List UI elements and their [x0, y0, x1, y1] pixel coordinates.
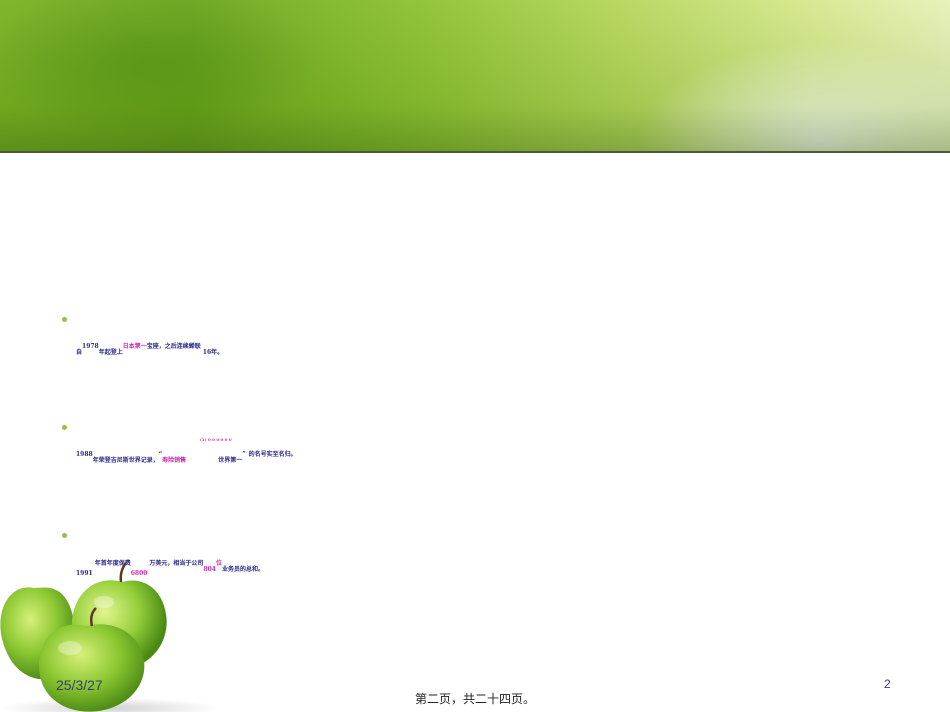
number-fragment: 16 — [202, 349, 212, 356]
bullet-tiny-note: (1) 0 0 0 0 0 0 — [200, 437, 232, 442]
text-fragment: 世界第一 — [218, 457, 243, 464]
bullet-text-1: 自1978年起登上日本第一宝座，之后连续蝉联16年。 — [76, 343, 224, 356]
text-fragment: 的名号实至名归。 — [248, 451, 297, 458]
text-fragment: 年。 — [211, 349, 224, 356]
tiny-note-text: (1) 0 0 0 0 0 0 — [200, 437, 232, 442]
year-fragment: 1988 — [76, 451, 93, 458]
header-divider — [0, 151, 950, 153]
page-number: 2 — [884, 677, 891, 691]
quote-close: ” — [242, 451, 246, 458]
text-fragment: 宝座，之后连续蝉联 — [146, 343, 201, 350]
highlight-fragment: 日本第一 — [122, 343, 147, 350]
text-fragment: 年荣登吉尼斯世界记录， — [92, 457, 159, 464]
bullet-dot-1 — [62, 317, 67, 322]
year-fragment: 1978 — [82, 343, 99, 350]
footer-page-caption: 第二页，共二十四页。 — [414, 692, 535, 706]
text-fragment: 自 — [76, 349, 83, 356]
quote-open: “ — [158, 451, 163, 458]
bullet-dot-2 — [62, 425, 67, 430]
header-banner-shade — [0, 0, 950, 151]
green-apples-image — [0, 562, 220, 712]
highlight-fragment: 寿险销售 — [162, 457, 187, 464]
bullet-text-2: 1988年荣登吉尼斯世界记录，“寿险销售 世界第一” 的名号实至名归。 — [76, 451, 297, 464]
text-fragment: 年起登上 — [98, 349, 123, 356]
